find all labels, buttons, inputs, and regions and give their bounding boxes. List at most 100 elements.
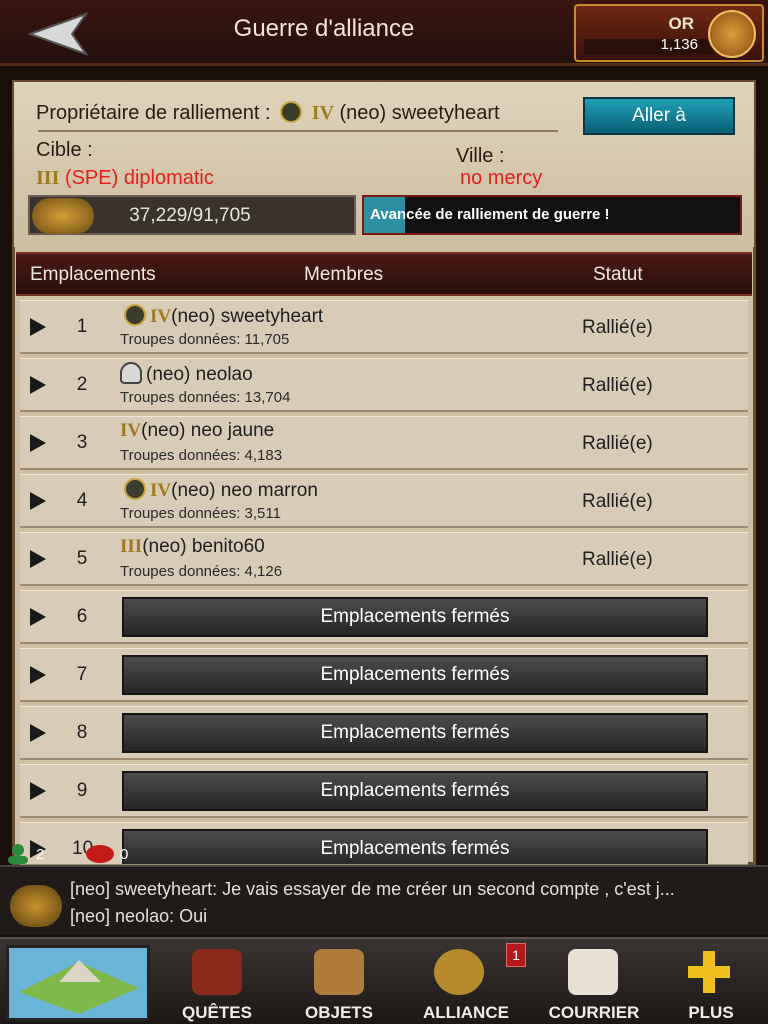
member-name-text: (neo) benito60 [142,536,265,557]
chat-bubble-icon [86,845,114,863]
member-name-text: (neo) sweetyheart [171,306,324,327]
table-row[interactable]: 9 Emplacements fermés [20,764,748,818]
mail-icon [568,949,618,995]
expand-arrow-icon[interactable] [30,492,46,510]
vip-icon [280,101,303,123]
chat-message: [neo] sweetyheart: Je vais essayer de me… [70,879,675,899]
owner-name: (neo) sweetyheart [339,102,500,124]
nav-label: ALLIANCE [423,1003,509,1022]
progress-label: Avancée de ralliement de guerre ! [370,206,610,223]
expand-arrow-icon[interactable] [30,434,46,452]
member-rank: IV [120,420,142,441]
gold-panel[interactable]: OR 1,136 [574,4,764,62]
status-text: Rallié(e) [582,491,653,512]
city-label: Ville : [456,145,505,167]
vip-icon [124,304,146,326]
helmet-icon [192,949,242,995]
nav-label: COURRIER [548,1003,640,1022]
troops-given: Troupes données: 13,704 [120,389,291,406]
member-name: IV(neo) sweetyheart [120,304,323,328]
table-row[interactable]: 4 IV(neo) neo marron Troupes données: 3,51… [20,474,748,528]
expand-arrow-icon[interactable] [30,724,46,742]
expand-arrow-icon[interactable] [30,376,46,394]
table-row[interactable]: 3 IV(neo) neo jaune Troupes données: 4,183… [20,416,748,470]
online-count: 2 [36,846,45,863]
rally-progress-bar: Avancée de ralliement de guerre ! [362,195,742,235]
slot-number: 6 [76,606,88,627]
nav-label: PLUS [688,1003,734,1022]
helmet-avatar-icon [120,362,142,384]
table-row[interactable]: 10 Emplacements fermés [20,822,748,866]
chat-preview[interactable]: [neo] sweetyheart: Je vais essayer de me… [0,865,768,935]
table-header: Emplacements Membres Statut [16,252,752,296]
online-users-icon [8,844,28,864]
member-name-text: (neo) neo jaune [141,420,275,441]
bag-icon [314,949,364,995]
status-text: Rallié(e) [582,549,653,570]
world-map-button[interactable] [6,945,150,1021]
header-members: Membres [304,264,384,285]
nav-alliance[interactable]: 1 ALLIANCE [406,943,526,1023]
nav-items[interactable]: OBJETS [284,943,394,1023]
gold-value: 1,136 [660,36,698,53]
slot-number: 3 [76,432,88,453]
troops-given: Troupes données: 11,705 [120,331,290,348]
vip-icon [124,478,146,500]
nav-more[interactable]: PLUS [656,943,766,1023]
status-text: Rallié(e) [582,375,653,396]
expand-arrow-icon[interactable] [30,608,46,626]
table-row[interactable]: 5 III(neo) benito60 Troupes données: 4,126… [20,532,748,586]
nav-label: OBJETS [304,1003,374,1022]
expand-arrow-icon[interactable] [30,782,46,800]
member-name: IV(neo) neo marron [120,478,318,502]
chat-message: [neo] neolao: Oui [70,906,208,926]
alliance-chat-icon [10,885,62,927]
troops-value: 37,229/91,705 [129,205,251,226]
member-name: III(neo) benito60 [120,536,265,558]
closed-slot-bar: Emplacements fermés [122,771,708,811]
notification-badge: 1 [506,943,526,967]
table-row[interactable]: 1 IV(neo) sweetyheart Troupes données: 11,… [20,300,748,354]
target-rank: III [36,167,60,189]
slot-number: 1 [76,316,88,337]
troops-counter: 37,229/91,705 [28,195,356,235]
slot-number: 2 [76,374,88,395]
header-slots: Emplacements [30,264,156,285]
table-row[interactable]: 2 (neo) neolao Troupes données: 13,704 Rall… [20,358,748,412]
slot-number: 7 [76,664,88,685]
member-rank: III [120,536,143,557]
expand-arrow-icon[interactable] [30,550,46,568]
troops-given: Troupes données: 3,511 [120,505,281,522]
nav-mail[interactable]: COURRIER [532,943,656,1023]
member-name: (neo) neolao [120,362,253,386]
target-value: III (SPE) diplomatic [36,167,214,190]
member-rank: IV [150,480,172,501]
nav-quests[interactable]: QUÊTES [162,943,272,1023]
expand-arrow-icon[interactable] [30,666,46,684]
header-status: Statut [593,264,643,285]
member-name: IV(neo) neo jaune [120,420,274,442]
slot-number: 9 [76,780,88,801]
expand-arrow-icon[interactable] [30,318,46,336]
member-rank: IV [150,306,172,327]
table-row[interactable]: 6 Emplacements fermés [20,590,748,644]
slot-number: 4 [76,490,88,511]
table-row[interactable]: 7 Emplacements fermés [20,648,748,702]
owner-prefix: Propriétaire de ralliement : [36,102,271,124]
plus-icon [688,951,730,993]
nav-label: QUÊTES [182,1003,252,1022]
page-title: Guerre d'alliance [233,15,415,42]
status-text: Rallié(e) [582,433,653,454]
message-count: 0 [120,846,129,863]
closed-slot-bar: Emplacements fermés [122,829,708,864]
table-row[interactable]: 8 Emplacements fermés [20,706,748,760]
goto-button[interactable]: Aller à [583,97,735,135]
map-icon [19,960,139,1014]
status-text: Rallié(e) [582,317,653,338]
closed-slot-bar: Emplacements fermés [122,655,708,695]
bottom-nav: QUÊTES OBJETS 1 ALLIANCE COURRIER PLUS [0,937,768,1024]
troops-given: Troupes données: 4,183 [120,447,283,464]
slot-number: 5 [76,548,88,569]
troops-given: Troupes données: 4,126 [120,563,283,580]
member-name-text: (neo) neolao [146,364,253,385]
